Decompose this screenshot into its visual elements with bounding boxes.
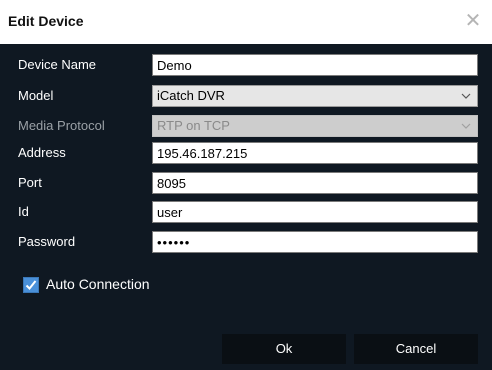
device-name-field[interactable] [152, 54, 478, 76]
port-label: Port [18, 175, 42, 190]
chevron-down-icon [461, 93, 471, 99]
model-select[interactable]: iCatch DVR [152, 85, 478, 107]
address-label: Address [18, 145, 66, 160]
auto-connection-label[interactable]: Auto Connection [46, 276, 150, 292]
address-field[interactable] [152, 142, 478, 164]
checkmark-icon [25, 280, 37, 290]
password-field[interactable] [152, 231, 478, 253]
ok-button[interactable]: Ok [222, 334, 346, 364]
auto-connection-checkbox[interactable] [23, 277, 39, 293]
media-protocol-label: Media Protocol [18, 118, 105, 133]
dialog-titlebar: Edit Device ✕ [0, 0, 492, 44]
device-name-label: Device Name [18, 57, 97, 72]
model-label: Model [18, 88, 54, 103]
dialog-title: Edit Device [8, 13, 84, 29]
media-protocol-select: RTP on TCP [152, 115, 478, 137]
cancel-button[interactable]: Cancel [354, 334, 478, 364]
port-field[interactable] [152, 172, 478, 194]
media-protocol-select-value: RTP on TCP [157, 118, 230, 133]
id-field[interactable] [152, 201, 478, 223]
chevron-down-icon [461, 123, 471, 129]
model-select-value: iCatch DVR [157, 88, 225, 103]
id-label: Id [18, 204, 29, 219]
password-label: Password [18, 234, 76, 249]
close-icon[interactable]: ✕ [462, 10, 484, 32]
